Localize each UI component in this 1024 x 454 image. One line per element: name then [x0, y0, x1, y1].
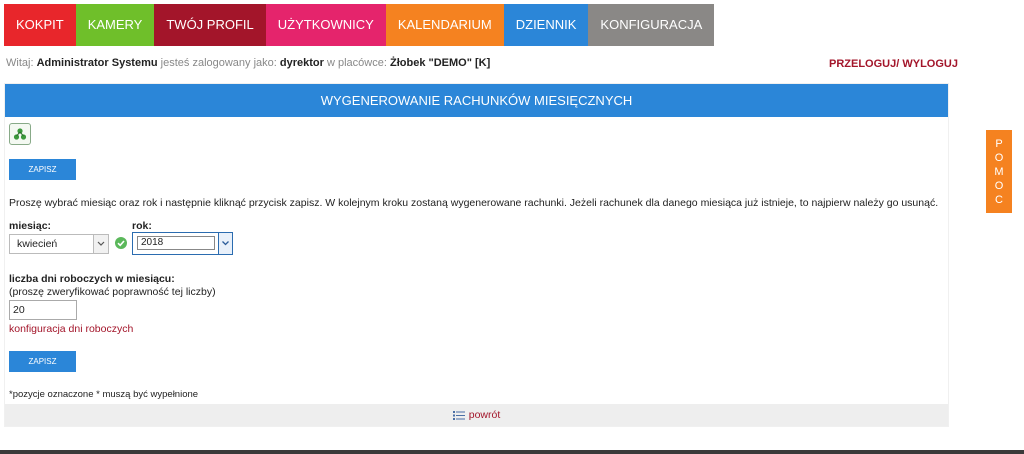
tab-kokpit[interactable]: KOKPIT — [4, 4, 76, 46]
required-note: *pozycje oznaczone * muszą być wypełnion… — [9, 389, 199, 400]
instruction-text: Proszę wybrać miesiąc oraz rok i następn… — [9, 197, 939, 209]
tree-icon — [13, 128, 27, 140]
save-button-bottom[interactable]: ZAPISZ — [9, 351, 76, 372]
tab-kalendarium[interactable]: KALENDARIUM — [385, 4, 504, 46]
welcome-place: Żłobek "DEMO" [K] — [389, 57, 491, 69]
help-letter: M — [994, 165, 1004, 178]
help-letter: O — [994, 179, 1004, 192]
welcome-mid2: w placówce: — [327, 57, 387, 69]
working-days-config-link[interactable]: konfiguracja dni roboczych — [9, 323, 133, 335]
help-tab[interactable]: P O M O C — [986, 130, 1012, 213]
welcome-text: Witaj: Administrator Systemu jesteś zalo… — [6, 57, 490, 69]
year-label: rok: — [132, 220, 152, 232]
tree-button[interactable] — [9, 123, 31, 145]
help-letter: C — [995, 193, 1003, 206]
top-navigation: KOKPIT KAMERY TWÓJ PROFIL UŻYTKOWNICY KA… — [4, 4, 715, 46]
tab-dziennik[interactable]: DZIENNIK — [503, 4, 589, 46]
month-label: miesiąc: — [9, 220, 52, 232]
tab-kamery[interactable]: KAMERY — [75, 4, 155, 46]
relogin-link[interactable]: PRZELOGUJ — [829, 58, 896, 70]
main-panel: WYGENEROWANIE RACHUNKÓW MIESIĘCZNYCH ZAP… — [4, 83, 949, 427]
tab-konfiguracja[interactable]: KONFIGURACJA — [588, 4, 715, 46]
year-value[interactable]: 2018 — [137, 236, 215, 250]
working-days-label: liczba dni roboczych w miesiącu: — [9, 273, 175, 285]
working-days-input[interactable]: 20 — [9, 300, 77, 320]
tab-uzytkownicy[interactable]: UŻYTKOWNICY — [265, 4, 386, 46]
panel-footer: powrót — [5, 404, 948, 426]
session-links: PRZELOGUJ/ WYLOGUJ — [829, 58, 958, 70]
help-letter: P — [995, 137, 1003, 150]
year-select[interactable]: 2018 — [132, 232, 233, 255]
welcome-user: Administrator Systemu — [36, 57, 158, 69]
check-icon — [115, 237, 127, 249]
month-select[interactable]: kwiecień — [9, 234, 109, 254]
back-link[interactable]: powrót — [452, 404, 501, 426]
welcome-role: dyrektor — [279, 57, 324, 69]
back-label: powrót — [468, 409, 501, 421]
bottom-bar — [0, 450, 1024, 454]
welcome-prefix: Witaj: — [6, 57, 34, 69]
help-letter: O — [994, 151, 1004, 164]
session-separator: / — [896, 58, 900, 70]
chevron-down-icon[interactable] — [93, 235, 108, 253]
tab-twoj-profil[interactable]: TWÓJ PROFIL — [154, 4, 266, 46]
list-icon — [452, 410, 465, 420]
logout-link[interactable]: WYLOGUJ — [902, 58, 958, 70]
month-value: kwiecień — [17, 238, 58, 250]
working-days-hint: (proszę zweryfikować poprawność tej licz… — [9, 286, 216, 298]
save-button-top[interactable]: ZAPISZ — [9, 159, 76, 180]
page-title: WYGENEROWANIE RACHUNKÓW MIESIĘCZNYCH — [5, 84, 948, 117]
chevron-down-icon[interactable] — [218, 233, 232, 254]
welcome-mid: jesteś zalogowany jako: — [160, 57, 277, 69]
